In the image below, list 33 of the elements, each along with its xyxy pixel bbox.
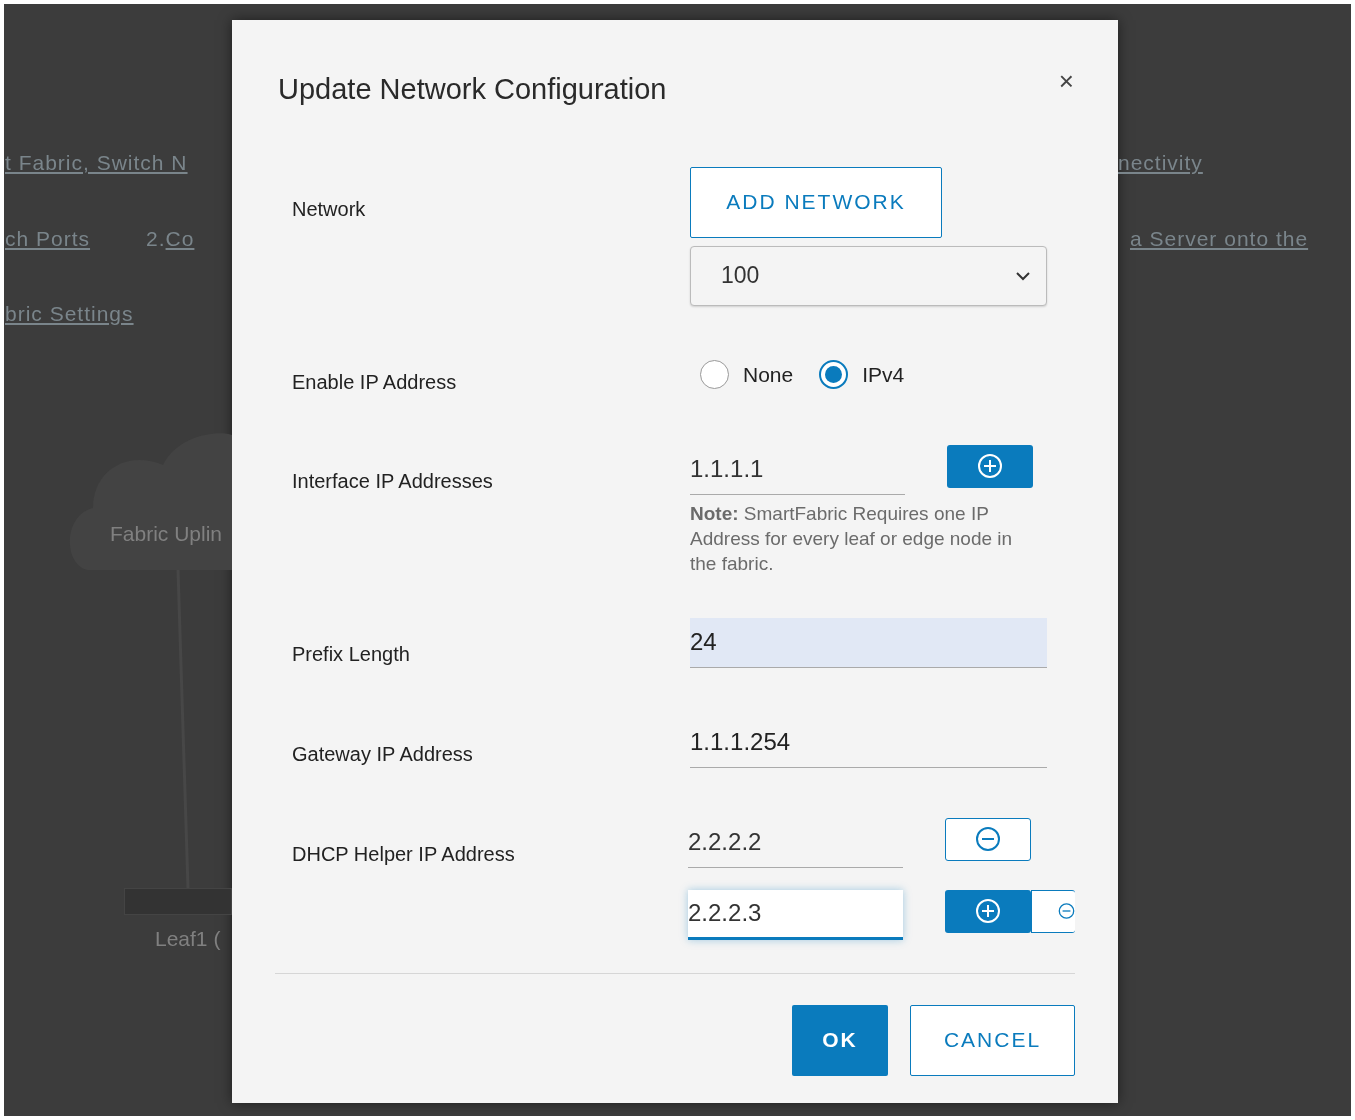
cancel-button[interactable]: CANCEL bbox=[910, 1004, 1075, 1076]
radio-button[interactable] bbox=[819, 360, 849, 389]
field-label: Interface IP Addresses bbox=[292, 469, 493, 492]
add-button[interactable] bbox=[947, 444, 1033, 488]
ip-address-field[interactable]: 2.2.2.2 bbox=[688, 817, 903, 868]
field-label: Network bbox=[292, 197, 366, 220]
ip-address-field[interactable]: 1.1.1.1 bbox=[690, 444, 905, 495]
remove-button[interactable] bbox=[945, 817, 1031, 861]
field-label: DHCP Helper IP Address bbox=[292, 842, 515, 865]
step-number: 2. bbox=[146, 225, 166, 252]
minus-circle-icon bbox=[975, 826, 1001, 852]
add-button[interactable] bbox=[945, 889, 1031, 933]
field-label: Gateway IP Address bbox=[292, 742, 473, 765]
field-label: Prefix Length bbox=[292, 642, 410, 665]
plus-circle-icon bbox=[975, 898, 1001, 924]
ip-address-field[interactable]: 2.2.2.3 bbox=[688, 889, 903, 940]
field-label: Enable IP Address bbox=[292, 370, 457, 393]
ok-button[interactable]: OK bbox=[792, 1004, 888, 1076]
switch-label: Leaf1 ( bbox=[155, 926, 221, 950]
chevron-down-icon bbox=[1014, 269, 1032, 282]
plus-circle-icon bbox=[977, 453, 1003, 479]
radio-option[interactable]: IPv4 bbox=[819, 358, 905, 391]
text-field[interactable]: 24 bbox=[690, 617, 1047, 668]
note-text: Note: SmartFabric Requires one IP Address for every leaf or edge node in the fabric. bbox=[690, 501, 1014, 576]
add-network-button[interactable]: ADD NETWORK bbox=[690, 166, 942, 238]
text-field[interactable]: 1.1.1.254 bbox=[690, 717, 1047, 768]
cloud-label: Fabric Uplin bbox=[110, 520, 223, 547]
close-button[interactable]: × bbox=[1058, 68, 1074, 94]
radio-option[interactable]: None bbox=[700, 358, 794, 391]
network-select[interactable]: 100 bbox=[690, 245, 1047, 306]
remove-button[interactable] bbox=[1031, 889, 1075, 933]
radio-button[interactable] bbox=[700, 360, 729, 389]
dialog-title: Update Network Configuration bbox=[278, 72, 667, 107]
